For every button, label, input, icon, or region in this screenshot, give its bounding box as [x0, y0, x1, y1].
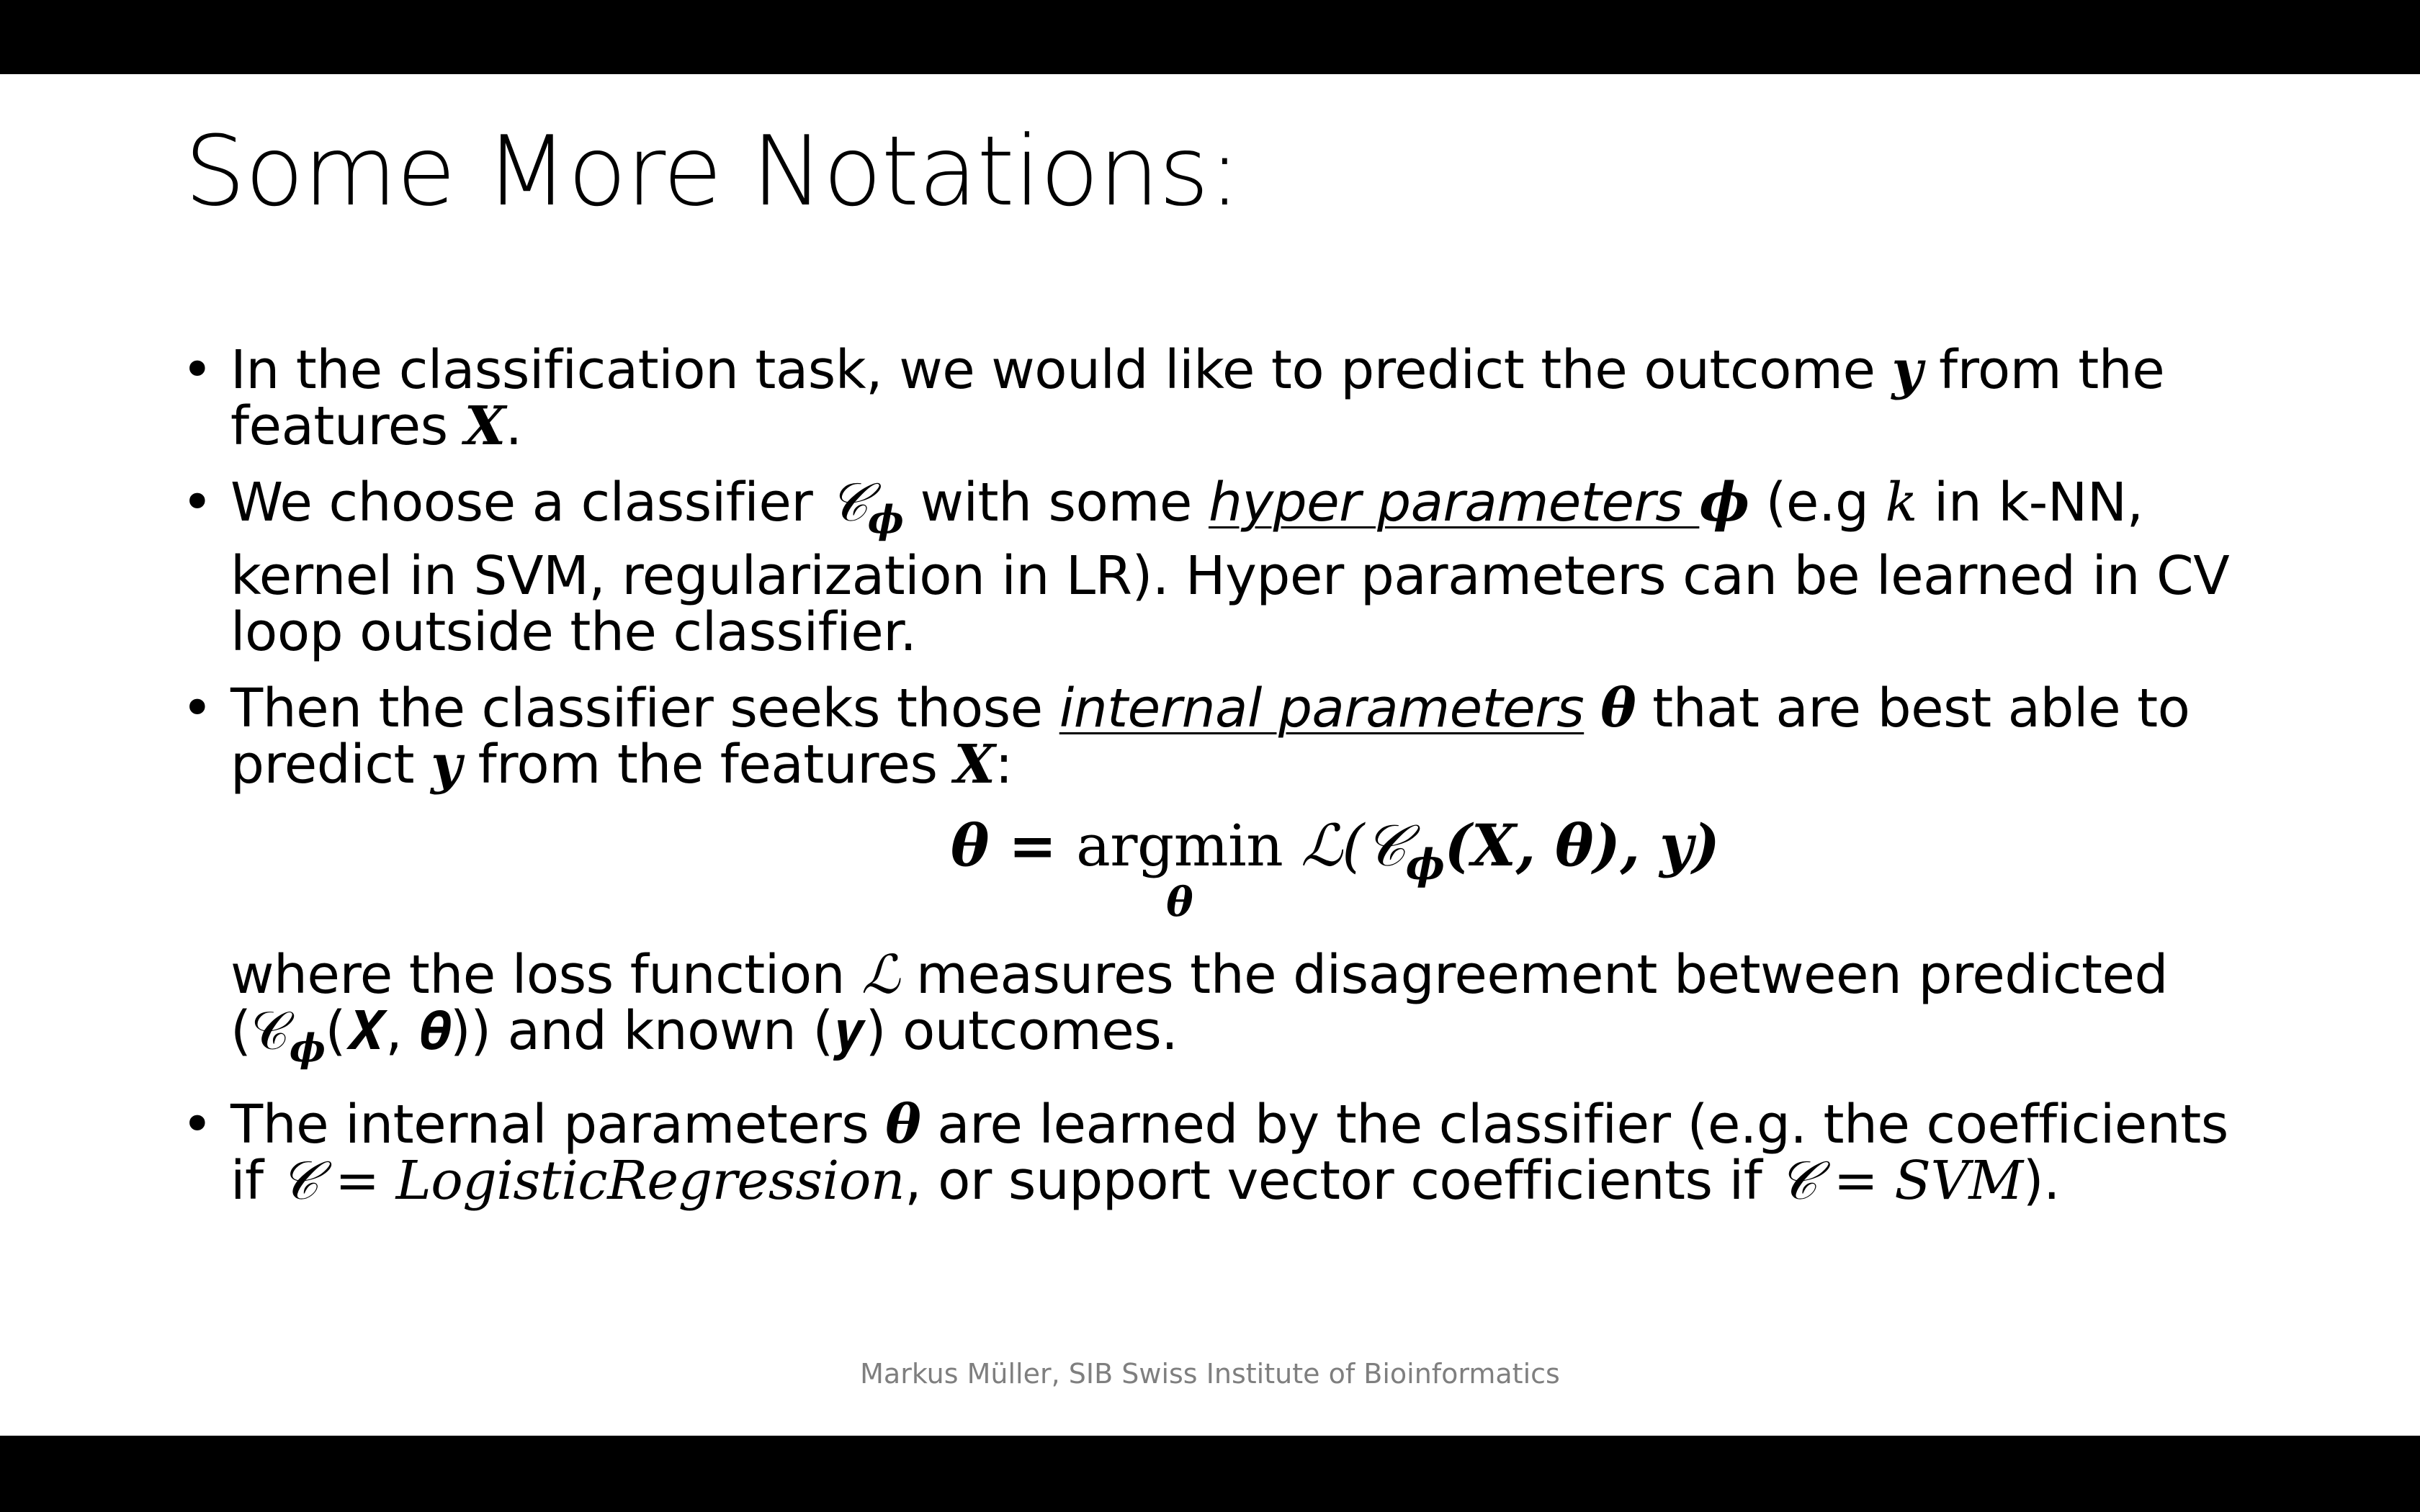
math-y: 𝒚: [431, 734, 462, 796]
math-logistic-regression: 𝒞 = 𝐿𝑜𝑔𝑖𝑠𝑡𝑖𝑐𝑅𝑒𝑔𝑟𝑒𝑠𝑠𝑖𝑜𝑛: [279, 1150, 905, 1212]
math-theta: 𝜽: [1600, 678, 1636, 740]
math-X: 𝑿: [954, 734, 995, 796]
argmin-equation: 𝜽 = argmin 𝜽 ℒ(𝒞𝝓(𝑿, 𝜽), 𝒚): [182, 803, 2270, 947]
bullet-item-4: • The internal parameters 𝜽 are learned …: [182, 1097, 2270, 1209]
slide: Some More Notations: • In the classifica…: [0, 74, 2420, 1436]
argmin-subscript: 𝜽: [1166, 878, 1193, 927]
equation-rhs-subscript: 𝝓: [1405, 840, 1445, 889]
letterbox-bottom: [0, 1436, 2420, 1512]
math-k: 𝑘: [1885, 472, 1917, 534]
slide-title: Some More Notations:: [184, 115, 1241, 228]
hyper-parameters-link[interactable]: hyper parameters: [1209, 472, 1699, 534]
continuation-text-a: where the loss function: [230, 944, 862, 1007]
bullet-1-text-c: .: [505, 395, 523, 457]
bullet-2-text-c: (e.g: [1749, 472, 1886, 534]
bullet-item-3: • Then the classifier seeks those intern…: [182, 680, 2270, 793]
bullet-3-text-c: from the features: [461, 734, 954, 796]
bullet-1-text-a: In the classification task, we would lik…: [230, 339, 1892, 401]
equation-rhs-tail: (𝑿, 𝜽), 𝒚): [1444, 811, 1720, 880]
argmin-operator: argmin 𝜽: [1076, 817, 1283, 927]
bullet-2-text-b: with some: [903, 472, 1209, 534]
loss-function-explanation: where the loss function ℒ measures the d…: [182, 947, 2270, 1076]
continuation-text-c: (𝑿, 𝜽)) and known (𝒚) outcomes.: [325, 1000, 1178, 1063]
math-theta: 𝜽: [885, 1094, 921, 1156]
argmin-text: argmin: [1076, 812, 1283, 880]
math-phi: 𝝓: [1699, 472, 1749, 534]
equation-lhs: 𝜽 =: [951, 811, 1077, 880]
equation-rhs: ℒ(𝒞: [1283, 812, 1406, 880]
bullet-list: • In the classification task, we would l…: [182, 342, 2270, 1229]
bullet-4-text-c: , or support vector coefficients if: [905, 1150, 1779, 1212]
math-loss-L: ℒ: [861, 944, 900, 1007]
bullet-marker: •: [182, 1094, 213, 1156]
bullet-4-text-d: ).: [2022, 1150, 2061, 1212]
math-X: 𝑿: [464, 395, 506, 457]
math-classifier-C: 𝒞: [829, 472, 868, 534]
bullet-marker: •: [182, 678, 213, 740]
bullet-item-1: • In the classification task, we would l…: [182, 342, 2270, 454]
bullet-2-text-a: We choose a classifier: [230, 472, 830, 534]
bullet-4-text-a: The internal parameters: [230, 1094, 886, 1156]
bullet-3-text-a: Then the classifier seeks those: [230, 678, 1059, 740]
internal-parameters-link[interactable]: internal parameters: [1059, 678, 1585, 739]
math-phi-subscript: 𝝓: [867, 497, 904, 543]
equation-line: 𝜽 = argmin 𝜽 ℒ(𝒞𝝓(𝑿, 𝜽), 𝒚): [951, 816, 1720, 927]
slide-footer: Markus Müller, SIB Swiss Institute of Bi…: [860, 1358, 1560, 1390]
math-svm: 𝒞 = 𝑆𝑉𝑀: [1778, 1150, 2023, 1212]
bullet-item-2: • We choose a classifier 𝒞𝝓 with some hy…: [182, 474, 2270, 660]
bullet-3-text-d: :: [995, 734, 1013, 796]
letterbox-top: [0, 0, 2420, 74]
math-y: 𝒚: [1891, 339, 1923, 401]
bullet-marker: •: [182, 339, 213, 401]
bullet-marker: •: [182, 472, 213, 534]
math-phi-subscript: 𝝓: [289, 1025, 326, 1071]
